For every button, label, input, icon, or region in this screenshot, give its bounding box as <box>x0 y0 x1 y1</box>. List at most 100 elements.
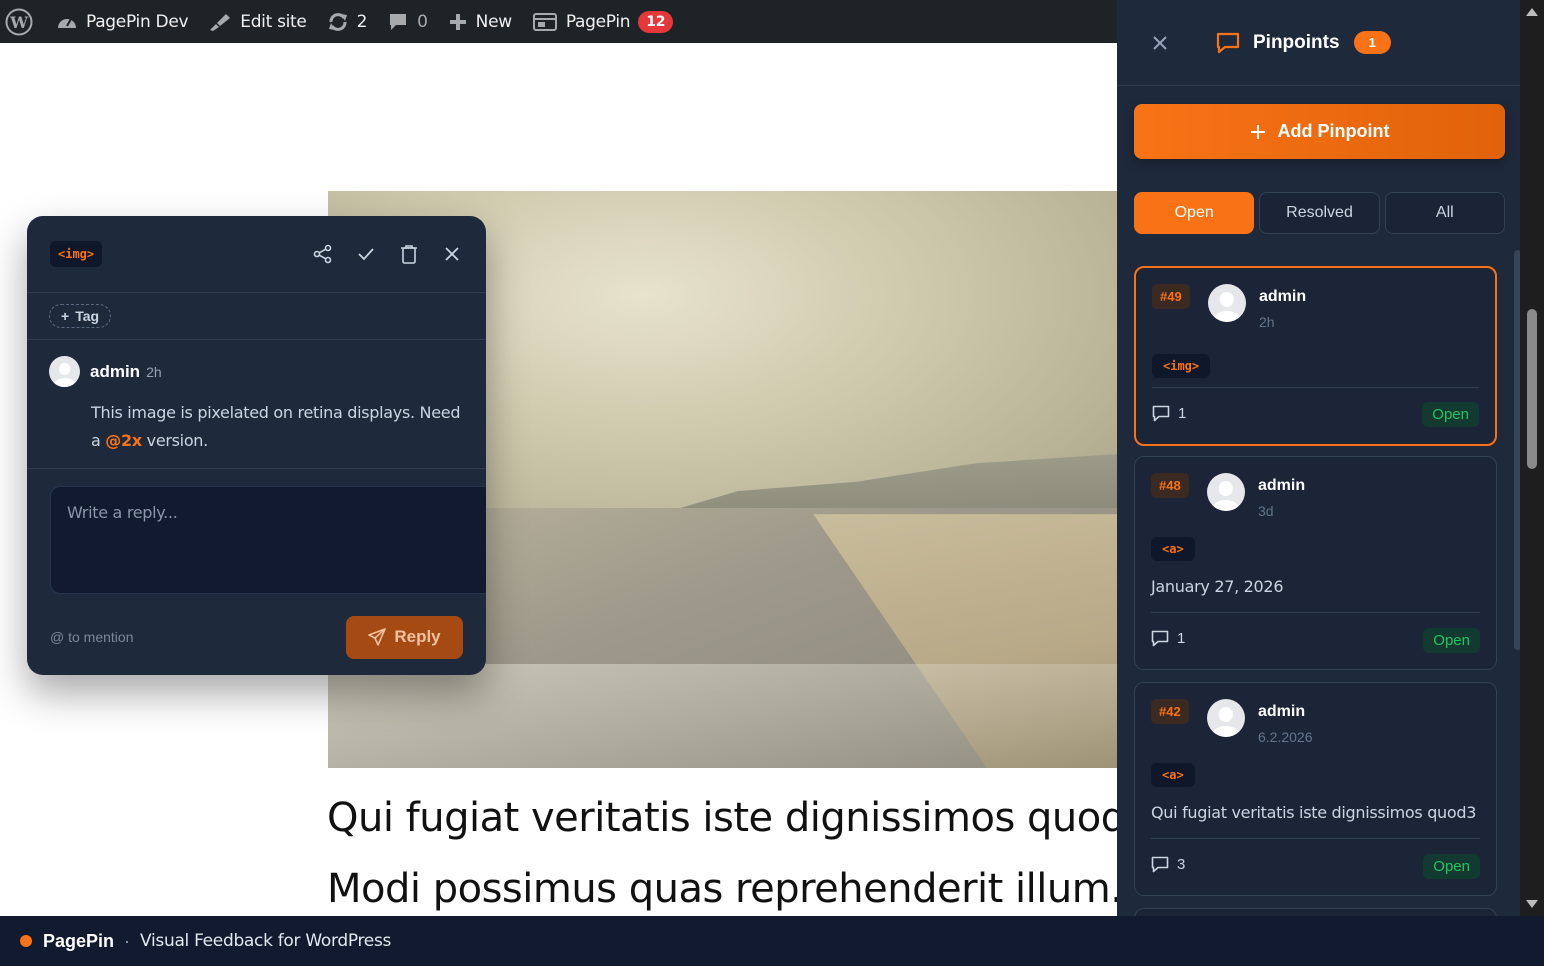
add-pinpoint-button[interactable]: Add Pinpoint <box>1134 104 1505 159</box>
reply-count: 1 <box>1152 405 1186 422</box>
popup-header: <img> <box>27 216 486 293</box>
status-badge: Open <box>1423 854 1480 879</box>
pinpoint-card[interactable]: #48 admin 3d <a> January 27, 2026 1 Open <box>1134 456 1497 670</box>
reply-count-value: 1 <box>1177 630 1186 647</box>
site-name: PagePin Dev <box>86 11 189 32</box>
updates-icon <box>328 12 347 31</box>
pinpoint-card[interactable]: #42 admin 6.2.2026 <a> Qui fugiat verita… <box>1134 682 1497 896</box>
reply-placeholder: Write a reply... <box>67 503 178 522</box>
brand-dot-icon <box>20 935 32 947</box>
comment-time: 2h <box>146 363 162 380</box>
tab-open[interactable]: Open <box>1134 192 1255 234</box>
card-text: January 27, 2026 <box>1151 577 1284 596</box>
plus-icon: + <box>61 308 70 324</box>
footer-tagline: Visual Feedback for WordPress <box>140 931 392 951</box>
scroll-up-arrow-icon[interactable] <box>1526 8 1538 16</box>
element-tag-chip: <a> <box>1151 763 1195 787</box>
site-name-menu[interactable]: PagePin Dev <box>46 0 198 43</box>
comment-item: admin 2h This image is pixelated on reti… <box>27 340 486 469</box>
pinpoint-number: #42 <box>1151 699 1189 724</box>
pagepin-label: PagePin <box>565 11 631 32</box>
avatar <box>1207 699 1245 737</box>
filter-tabs: Open Resolved All <box>1134 192 1505 234</box>
dashboard-icon <box>58 18 76 28</box>
pagepin-window-icon <box>532 12 557 31</box>
check-icon[interactable] <box>354 243 377 266</box>
pinpoints-sidebar: Pinpoints 1 Add Pinpoint Open Resolved A… <box>1117 0 1520 916</box>
reply-count: 3 <box>1151 856 1185 873</box>
reply-button[interactable]: Reply <box>346 615 463 659</box>
status-badge: Open <box>1423 628 1480 653</box>
pinpoint-card[interactable]: #49 admin 2h <img> 1 Open <box>1134 266 1497 446</box>
mention[interactable]: @2x <box>105 431 142 450</box>
sidebar-header: Pinpoints 1 <box>1117 0 1520 86</box>
new-content-menu[interactable]: New <box>438 0 522 43</box>
reply-count: 1 <box>1151 630 1185 647</box>
wp-admin-bar: W PagePin Dev Edit site 2 0 New PagePin … <box>0 0 1117 43</box>
sidebar-title: Pinpoints <box>1253 31 1340 53</box>
comments-link[interactable]: 0 <box>377 0 438 43</box>
add-tag-button[interactable]: + Tag <box>49 304 112 328</box>
pinpoint-popup: <img> + Tag admin 2h This image is pixel… <box>27 216 486 675</box>
card-time: 3d <box>1258 503 1274 519</box>
comments-count: 0 <box>417 11 428 32</box>
svg-text:W: W <box>9 13 29 32</box>
comment-icon <box>1151 856 1169 873</box>
close-sidebar-icon[interactable] <box>1143 26 1177 60</box>
pinpoint-number: #48 <box>1151 473 1189 498</box>
card-time: 2h <box>1259 314 1275 330</box>
footer-separator: · <box>124 930 131 951</box>
new-label: New <box>475 11 512 32</box>
close-icon[interactable] <box>440 243 463 266</box>
comment-text-part: version. <box>141 431 209 450</box>
edit-site-link[interactable]: Edit site <box>198 0 316 43</box>
reply-button-label: Reply <box>394 627 441 646</box>
sidebar-count-badge: 1 <box>1353 31 1391 54</box>
brush-icon <box>210 13 231 31</box>
pinpoint-card[interactable] <box>1134 908 1497 916</box>
pinpoint-number: #49 <box>1152 284 1190 309</box>
mention-hint: @ to mention <box>50 629 134 645</box>
card-author: admin <box>1258 477 1306 494</box>
comment-text: This image is pixelated on retina displa… <box>91 399 464 455</box>
send-icon <box>368 628 387 646</box>
avatar <box>49 356 80 387</box>
tab-resolved[interactable]: Resolved <box>1259 192 1380 234</box>
footer-bar: PagePin · Visual Feedback for WordPress <box>0 916 1544 966</box>
card-author: admin <box>1258 703 1306 720</box>
card-time: 6.2.2026 <box>1258 729 1313 745</box>
comment-icon <box>1151 630 1169 647</box>
plus-icon <box>1250 124 1265 139</box>
page-scrollbar[interactable] <box>1520 0 1544 916</box>
edit-site-label: Edit site <box>240 11 307 32</box>
comment-icon <box>1152 405 1170 422</box>
share-icon[interactable] <box>311 243 334 266</box>
pagepin-count-badge: 12 <box>638 10 674 33</box>
pagepin-menu[interactable]: PagePin 12 <box>522 0 683 43</box>
updates-count: 2 <box>356 11 368 32</box>
card-author: admin <box>1259 288 1307 305</box>
element-tag-chip: <a> <box>1151 537 1195 561</box>
reply-count-value: 1 <box>1178 405 1187 422</box>
scroll-down-arrow-icon[interactable] <box>1526 900 1538 908</box>
tab-all[interactable]: All <box>1384 192 1505 234</box>
chat-bubble-icon <box>1216 32 1240 53</box>
reply-count-value: 3 <box>1177 856 1186 873</box>
tag-row: + Tag <box>27 293 486 340</box>
wordpress-logo-button[interactable]: W <box>0 0 46 43</box>
element-tag-chip: <img> <box>1152 354 1211 378</box>
plus-icon <box>449 13 466 30</box>
comment-author: admin <box>90 361 141 381</box>
avatar <box>1207 473 1245 511</box>
add-tag-label: Tag <box>75 308 100 324</box>
trash-icon[interactable] <box>397 243 420 266</box>
footer-brand: PagePin <box>43 930 115 951</box>
card-text: Qui fugiat veritatis iste dignissimos qu… <box>1151 803 1477 822</box>
avatar <box>1208 284 1246 322</box>
comment-bubble-icon <box>390 13 407 30</box>
updates-link[interactable]: 2 <box>317 0 378 43</box>
reply-input[interactable]: Write a reply... <box>50 486 486 594</box>
scroll-thumb[interactable] <box>1527 309 1537 469</box>
add-pinpoint-label: Add Pinpoint <box>1277 121 1390 141</box>
wordpress-icon: W <box>5 8 33 35</box>
